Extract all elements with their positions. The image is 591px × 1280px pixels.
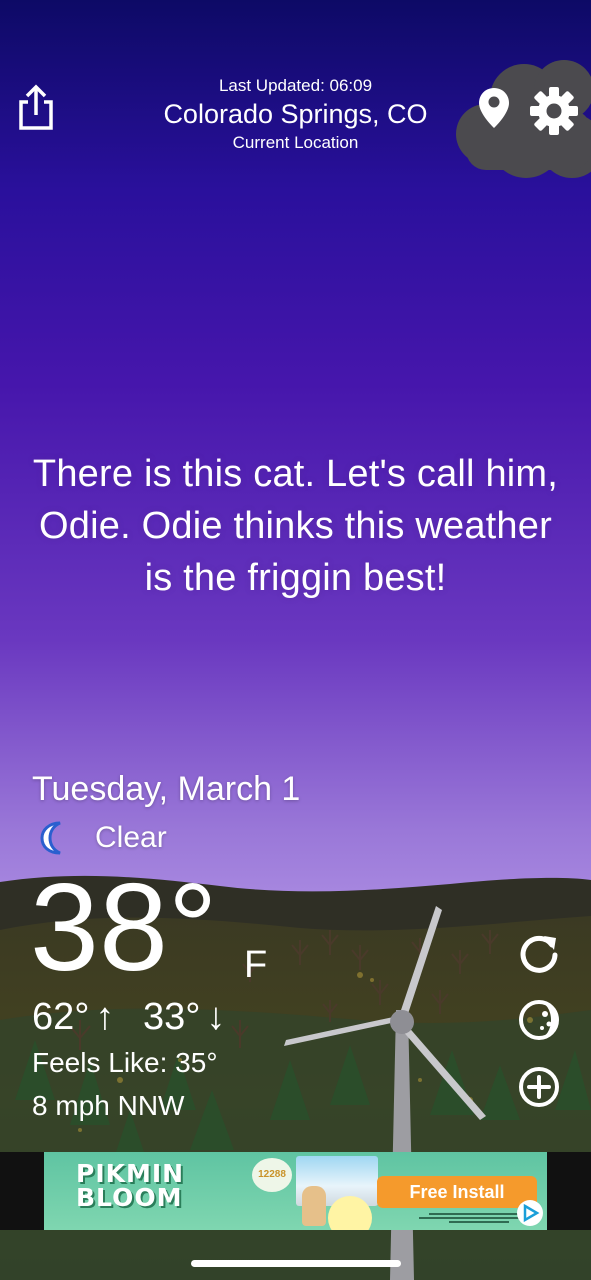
moon-icon [40,821,61,855]
ad-character [302,1186,326,1226]
ad-install-button[interactable]: Free Install [377,1176,537,1208]
condition-text: Clear [95,821,167,854]
gear-icon [530,87,578,135]
add-circle-icon [519,1067,559,1107]
settings-button[interactable] [528,85,580,137]
low-temp: 33° [143,996,201,1038]
moon-phase-icon [519,1000,559,1040]
location-button[interactable] [477,86,511,130]
weather-quip: There is this cat. Let's call him, Odie.… [32,453,559,599]
current-date: Tuesday, March 1 [32,770,301,808]
refresh-button[interactable] [516,930,562,976]
ad-badge: 12288 [252,1158,292,1192]
feels-like: Feels Like: 35° [32,1047,218,1078]
ad-logo: PIKMIN BLOOM [76,1159,185,1212]
add-location-button[interactable] [516,1064,562,1110]
down-arrow-icon: ↓ [206,996,226,1038]
adchoices-button[interactable] [517,1200,543,1226]
high-temp: 62° [32,996,90,1038]
home-indicator[interactable] [191,1260,401,1267]
current-temperature: 38° [30,859,218,997]
high-low: 62° ↑ 33° ↓ [32,996,232,1039]
temperature-unit[interactable]: F [244,944,267,987]
adchoices-icon [523,1203,540,1223]
up-arrow-icon: ↑ [95,996,115,1038]
moon-phase-button[interactable] [516,997,562,1043]
wind-info: 8 mph NNW [32,1090,185,1121]
ad-banner[interactable]: PIKMIN BLOOM 12288 Free Install [44,1152,547,1230]
location-pin-icon [479,88,509,128]
refresh-icon [520,935,558,973]
